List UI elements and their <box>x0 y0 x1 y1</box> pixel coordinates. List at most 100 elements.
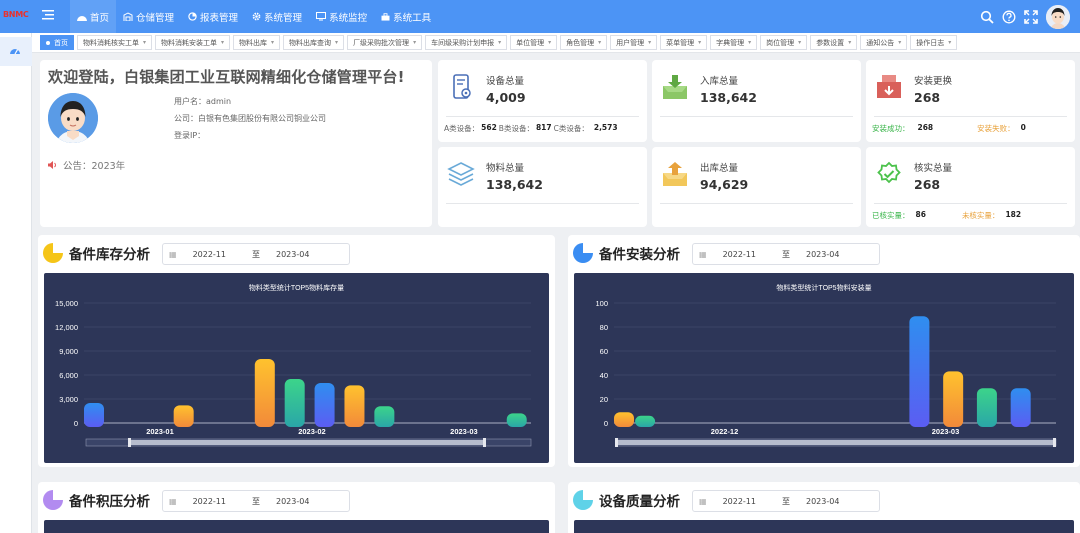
sidebar-item-dashboard[interactable] <box>0 37 32 66</box>
tab-item[interactable]: 通知公告 ▾ <box>860 35 908 50</box>
nav-tools[interactable]: 系统工具 <box>374 0 438 33</box>
tab-item[interactable]: 首页 <box>40 35 74 50</box>
date-range-picker[interactable]: ▦ 2022-11 至 2023-04 <box>162 243 350 265</box>
tab-dropdown-icon[interactable]: ▾ <box>598 39 601 46</box>
tab-item[interactable]: 用户管理 ▾ <box>610 35 658 50</box>
tab-item[interactable]: 菜单管理 ▾ <box>660 35 708 50</box>
tab-dropdown-icon[interactable]: ▾ <box>498 39 501 46</box>
tab-label: 首页 <box>54 38 68 47</box>
calendar-icon: ▦ <box>699 496 707 506</box>
header-actions <box>972 0 1070 33</box>
notice-text: 公告：2023年 <box>63 161 126 172</box>
tab-label: 单位管理 <box>516 38 545 47</box>
fullscreen-icon[interactable] <box>1024 9 1038 24</box>
tab-dropdown-icon[interactable]: ▾ <box>948 39 951 46</box>
nav-label: 系统工具 <box>393 12 432 24</box>
tab-item[interactable]: 物料出库 ▾ <box>233 35 281 50</box>
date-from[interactable]: 2022-11 <box>193 497 226 506</box>
stat-value: 94,629 <box>700 177 749 192</box>
tab-dropdown-icon[interactable]: ▾ <box>848 39 851 46</box>
tab-item[interactable]: 岗位管理 ▾ <box>760 35 808 50</box>
tab-item[interactable]: 物料出库查询 ▾ <box>283 35 345 50</box>
pie-chart-icon <box>188 12 197 21</box>
divider <box>874 203 1067 204</box>
help-icon[interactable] <box>1002 10 1016 24</box>
date-from[interactable]: 2022-11 <box>723 250 756 259</box>
logo-text: BNMC <box>3 10 29 19</box>
y-tick-label: 20 <box>600 395 608 404</box>
username-text: 用户名：admin <box>174 97 232 106</box>
y-tick-label: 12,000 <box>55 323 78 332</box>
tab-item[interactable]: 厂级采购批次管理 ▾ <box>347 35 423 50</box>
tab-dropdown-icon[interactable]: ▾ <box>748 39 751 46</box>
date-separator: 至 <box>252 496 260 506</box>
tab-dropdown-icon[interactable]: ▾ <box>221 39 224 46</box>
tab-dropdown-icon[interactable]: ▾ <box>798 39 801 46</box>
menu-toggle-icon[interactable] <box>42 9 54 21</box>
logo: BNMC <box>0 0 32 33</box>
tab-label: 通知公告 <box>866 38 895 47</box>
stock-chart: 物料类型统计TOP5物料库存量 15,000 12,000 9,000 6,000 3,0… <box>44 273 549 463</box>
unverified-value: 182 <box>1005 210 1022 219</box>
tab-dropdown-icon[interactable]: ▾ <box>143 39 146 46</box>
x-tick-label: 2023-02 <box>298 427 326 436</box>
tab-item[interactable]: 参数设置 ▾ <box>810 35 858 50</box>
dashboard-icon <box>10 49 20 55</box>
divider <box>446 203 639 204</box>
tab-dropdown-icon[interactable]: ▾ <box>648 39 651 46</box>
nav-monitor[interactable]: 系统监控 <box>309 0 374 33</box>
panel-title: 设备质量分析 <box>573 490 680 510</box>
company-text: 公司：白银有色集团股份有限公司铜业公司 <box>174 114 326 123</box>
tab-item[interactable]: 字典管理 ▾ <box>710 35 758 50</box>
unverified-label: 未核实量： <box>961 211 1000 220</box>
tab-item[interactable]: 物料消耗安装工单 ▾ <box>155 35 231 50</box>
nav-warehouse[interactable]: 仓储管理 <box>116 0 181 33</box>
tab-dropdown-icon[interactable]: ▾ <box>698 39 701 46</box>
nav-reports[interactable]: 报表管理 <box>181 0 245 33</box>
date-range-picker[interactable]: ▦ 2022-11 至 2023-04 <box>692 490 880 512</box>
dashboard-icon <box>77 15 87 21</box>
stat-value: 4,009 <box>486 90 526 105</box>
backlog-chart <box>44 520 549 533</box>
tab-item[interactable]: 操作日志 ▾ <box>910 35 958 50</box>
date-to[interactable]: 2023-04 <box>806 250 839 259</box>
nav-home[interactable]: 首页 <box>70 0 117 33</box>
zoom-handle <box>615 438 618 447</box>
stat-label: 物料总量 <box>486 163 525 174</box>
bar <box>909 316 930 427</box>
bar <box>635 415 656 427</box>
app: BNMC 首页 仓储管理 报表管理 系统管理 系统监控 系统工具 首页 物料消耗核… <box>0 0 1080 533</box>
tab-dropdown-icon[interactable]: ▾ <box>335 39 338 46</box>
tab-dropdown-icon[interactable]: ▾ <box>898 39 901 46</box>
date-from[interactable]: 2022-11 <box>723 497 756 506</box>
tab-dropdown-icon[interactable]: ▾ <box>548 39 551 46</box>
tab-item[interactable]: 单位管理 ▾ <box>510 35 558 50</box>
date-range-picker[interactable]: ▦ 2022-11 至 2023-04 <box>692 243 880 265</box>
date-range-picker[interactable]: ▦ 2022-11 至 2023-04 <box>162 490 350 512</box>
tab-dropdown-icon[interactable]: ▾ <box>271 39 274 46</box>
x-tick-label: 2023-03 <box>450 427 478 436</box>
equipment-icon <box>453 74 471 99</box>
zoom-slider-window <box>129 440 484 445</box>
verified-label: 已核实量： <box>872 211 910 220</box>
y-tick-label: 80 <box>600 323 608 332</box>
install-breakdown: 安装成功： 268 安装失败： 0 <box>872 123 1028 134</box>
y-tick-label: 9,000 <box>59 347 78 356</box>
date-from[interactable]: 2022-11 <box>193 250 226 259</box>
date-to[interactable]: 2023-04 <box>276 497 309 506</box>
panel-backlog: 备件积压分析 ▦ 2022-11 至 2023-04 <box>38 482 555 533</box>
bar <box>374 406 395 427</box>
tab-item[interactable]: 车间级采购计划申报 ▾ <box>425 35 508 50</box>
tab-item[interactable]: 物料消耗核实工单 ▾ <box>77 35 153 50</box>
search-icon[interactable] <box>980 10 994 24</box>
date-to[interactable]: 2023-04 <box>276 250 309 259</box>
tab-item[interactable]: 角色管理 ▾ <box>560 35 608 50</box>
stat-value: 268 <box>914 90 941 105</box>
y-tick-label: 100 <box>595 299 608 308</box>
bar <box>943 371 964 427</box>
nav-system[interactable]: 系统管理 <box>245 0 309 33</box>
tab-dropdown-icon[interactable]: ▾ <box>413 39 416 46</box>
date-to[interactable]: 2023-04 <box>806 497 839 506</box>
user-avatar[interactable] <box>1046 4 1070 29</box>
tab-label: 物料消耗安装工单 <box>161 38 218 47</box>
